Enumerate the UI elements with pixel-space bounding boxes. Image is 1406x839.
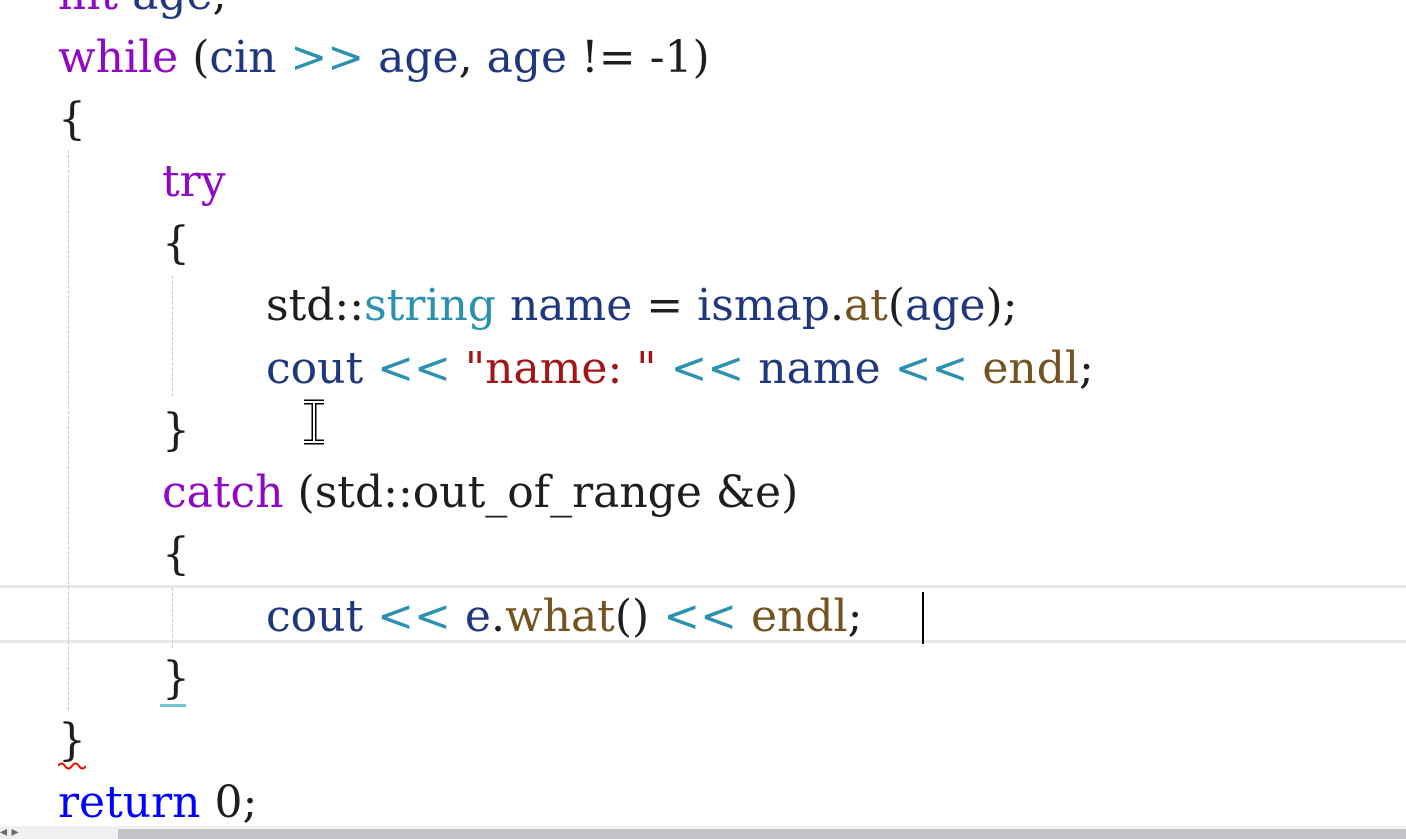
code-line-8[interactable]: catch (std::out_of_range &e) xyxy=(162,462,798,524)
code-line-1[interactable]: while (cin >> age, age != -1) xyxy=(58,27,710,89)
literal-neg-one: -1 xyxy=(649,32,693,83)
operator-shl: << xyxy=(663,591,737,642)
punct-semicolon: ; xyxy=(242,777,258,828)
keyword-while: while xyxy=(58,32,179,83)
code-line-0[interactable]: int age; xyxy=(58,0,227,26)
brace-close: } xyxy=(162,653,190,704)
function-at: at xyxy=(843,280,888,331)
brace-open: { xyxy=(162,218,190,269)
indent-guide-outer xyxy=(68,150,69,710)
keyword-int: int xyxy=(58,0,118,20)
punct-close-paren: ) xyxy=(692,32,710,83)
keyword-try: try xyxy=(162,156,226,207)
text-caret xyxy=(922,592,924,644)
punct-open-paren: ( xyxy=(192,32,210,83)
punct-semicolon: ; xyxy=(1002,280,1018,331)
string-quote-open: " xyxy=(464,343,486,394)
keyword-catch: catch xyxy=(162,467,284,518)
operator-shl: << xyxy=(670,343,745,394)
punct-semicolon: ; xyxy=(847,591,863,642)
identifier-age: age xyxy=(486,32,568,83)
string-literal-name: name: xyxy=(485,343,637,394)
punct-call-parens: () xyxy=(614,591,650,642)
identifier-name: name xyxy=(509,280,633,331)
nav-forward-icon[interactable]: ▸ xyxy=(11,824,18,839)
code-line-2[interactable]: { xyxy=(58,89,86,151)
function-endl: endl xyxy=(982,343,1079,394)
code-line-6[interactable]: cout << "name: " << name << endl; xyxy=(266,338,1094,400)
horizontal-scrollbar[interactable] xyxy=(0,826,1406,839)
operator-shr: >> xyxy=(290,32,365,83)
nav-back-icon[interactable]: ◂ xyxy=(0,824,7,839)
punct-open-paren: ( xyxy=(297,467,315,518)
code-editor[interactable]: int age; while (cin >> age, age != -1) {… xyxy=(0,0,1406,839)
type-out-of-range: out_of_range xyxy=(412,467,702,518)
operator-neq: != xyxy=(581,32,636,83)
indent-guide-catch-block xyxy=(172,588,173,648)
identifier-cout: cout xyxy=(266,591,364,642)
punct-dot: . xyxy=(829,280,844,331)
operator-shl: << xyxy=(894,343,969,394)
code-line-10[interactable]: cout << e.what() << endl; xyxy=(266,586,862,648)
code-line-7[interactable]: } xyxy=(162,400,190,462)
scrollbar-thumb[interactable] xyxy=(118,829,1406,839)
brace-close: } xyxy=(58,715,86,766)
navigation-arrows[interactable]: ◂ ▸ xyxy=(0,824,110,839)
namespace-std: std:: xyxy=(266,280,365,331)
indent-guide-try-block xyxy=(172,276,173,396)
identifier-name: name xyxy=(758,343,881,394)
brace-open: { xyxy=(162,529,190,580)
punct-close-paren: ) xyxy=(781,467,799,518)
code-line-13[interactable]: return 0; xyxy=(58,772,257,834)
identifier-e: e xyxy=(464,591,491,642)
namespace-std: std:: xyxy=(314,467,413,518)
code-line-3[interactable]: try xyxy=(162,151,226,213)
error-squiggle-icon xyxy=(58,762,86,770)
type-string: string xyxy=(364,280,496,331)
function-endl: endl xyxy=(750,591,848,642)
punct-dot: . xyxy=(490,591,505,642)
identifier-ref-e: &e xyxy=(715,467,782,518)
punct-semicolon: ; xyxy=(1078,343,1094,394)
text-ibeam-icon xyxy=(304,399,324,445)
brace-close: } xyxy=(162,405,190,456)
code-line-4[interactable]: { xyxy=(162,213,190,275)
code-line-11[interactable]: } xyxy=(162,648,190,710)
code-line-5[interactable]: std::string name = ismap.at(age); xyxy=(266,275,1017,337)
identifier-ismap: ismap xyxy=(697,280,830,331)
identifier-age: age xyxy=(132,0,212,20)
identifier-age: age xyxy=(378,32,459,83)
code-line-9[interactable]: { xyxy=(162,524,190,586)
identifier-cin: cin xyxy=(209,32,277,83)
punct-open-paren: ( xyxy=(887,280,906,331)
string-quote-close: " xyxy=(636,343,657,394)
literal-zero: 0 xyxy=(214,777,243,828)
function-what: what xyxy=(504,591,615,642)
keyword-return: return xyxy=(58,777,201,828)
operator-shl: << xyxy=(377,591,451,642)
punct-comma: , xyxy=(458,32,473,83)
operator-assign: = xyxy=(646,280,684,331)
brace-open: { xyxy=(58,94,86,145)
identifier-age: age xyxy=(905,280,986,331)
operator-shl: << xyxy=(377,343,451,394)
punct-close-paren: ) xyxy=(985,280,1003,331)
identifier-cout: cout xyxy=(266,343,364,394)
brace-match-underline xyxy=(160,704,186,707)
punct-semicolon: ; xyxy=(213,0,228,20)
